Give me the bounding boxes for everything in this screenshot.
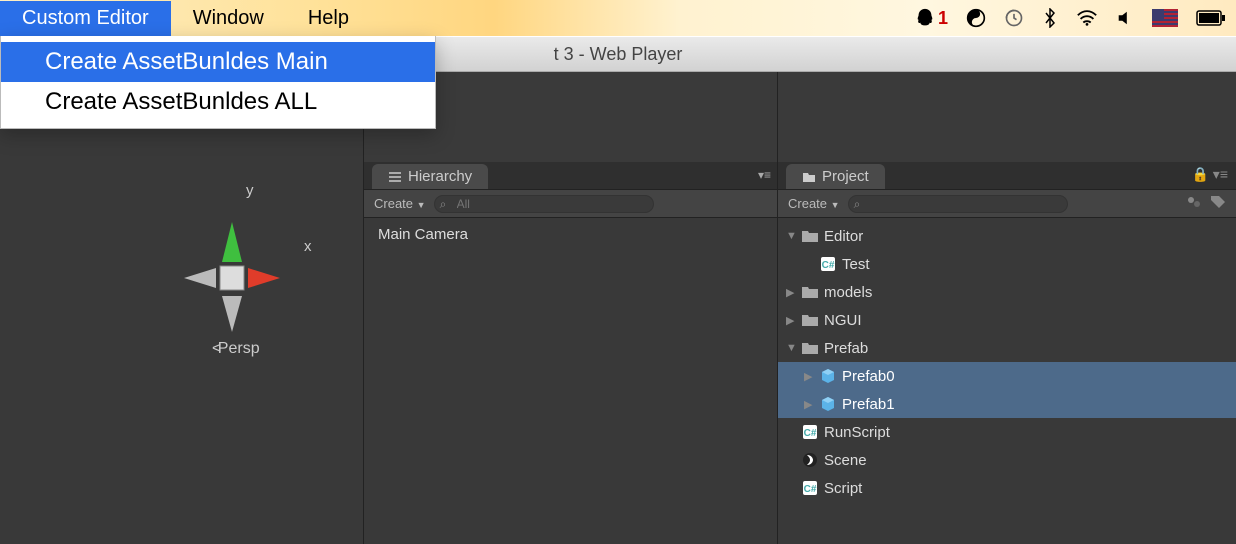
- folder-icon: [800, 229, 820, 243]
- axis-x-label-text: x: [304, 238, 312, 255]
- window-title: t 3 - Web Player: [554, 44, 683, 65]
- project-item-label: Scene: [824, 452, 867, 469]
- script-icon: C#: [800, 424, 820, 440]
- project-item-prefab0[interactable]: ▶ Prefab0: [778, 362, 1236, 390]
- bluetooth-icon[interactable]: [1042, 8, 1058, 28]
- project-tree: ▼ Editor C# Test ▶ models ▶ NGUI ▼ Prefab ▶ Prefab0…: [778, 218, 1236, 544]
- dropdown-item-create-all[interactable]: Create AssetBunldes ALL: [1, 82, 435, 122]
- lock-icon[interactable]: 🔒 ▾≡: [1191, 166, 1228, 183]
- expand-arrow-icon[interactable]: ▶: [786, 286, 800, 299]
- project-panel: Project 🔒 ▾≡ Create ▼ ⌕ ▼ Editor C# Test ▶ mo…: [777, 72, 1236, 544]
- svg-text:C#: C#: [804, 484, 817, 495]
- hierarchy-create-button[interactable]: Create ▼: [374, 196, 426, 211]
- project-item-editor[interactable]: ▼ Editor: [778, 222, 1236, 250]
- script-icon: C#: [800, 480, 820, 496]
- project-item-runscript[interactable]: C# RunScript: [778, 418, 1236, 446]
- panel-menu-icon[interactable]: ▾≡: [758, 168, 771, 182]
- scene-icon: [800, 452, 820, 468]
- tab-hierarchy[interactable]: Hierarchy: [372, 164, 488, 189]
- tab-project[interactable]: Project: [786, 164, 885, 189]
- hierarchy-panel: Hierarchy ▾≡ Create ▼ ⌕ Main Camera: [363, 72, 777, 544]
- orientation-gizmo[interactable]: [160, 204, 300, 344]
- project-tab-label: Project: [822, 168, 869, 185]
- volume-icon[interactable]: [1116, 9, 1134, 27]
- scene-panel: ▾≡ y x: [0, 72, 363, 544]
- menu-window[interactable]: Window: [171, 1, 286, 36]
- folder-icon: [800, 313, 820, 327]
- time-machine-icon[interactable]: [1004, 8, 1024, 28]
- project-item-scene[interactable]: Scene: [778, 446, 1236, 474]
- project-item-label: Prefab: [824, 340, 868, 357]
- dropdown-item-create-main[interactable]: Create AssetBunldes Main: [1, 42, 435, 82]
- project-create-button[interactable]: Create ▼: [788, 196, 840, 211]
- project-search-input[interactable]: [848, 195, 1068, 213]
- custom-editor-dropdown: Create AssetBunldes Main Create AssetBun…: [0, 36, 436, 129]
- expand-arrow-icon[interactable]: ▼: [786, 342, 800, 354]
- flag-icon[interactable]: [1152, 9, 1178, 27]
- script-icon: C#: [818, 256, 838, 272]
- expand-arrow-icon[interactable]: ▼: [786, 230, 800, 242]
- project-item-label: Editor: [824, 228, 863, 245]
- hierarchy-content: Main Camera: [364, 218, 777, 544]
- project-item-prefab1[interactable]: ▶ Prefab1: [778, 390, 1236, 418]
- expand-arrow-icon[interactable]: ▶: [804, 370, 818, 383]
- project-item-label: Prefab0: [842, 368, 895, 385]
- project-toolbar: Create ▼ ⌕: [778, 190, 1236, 218]
- editor-body: ▾≡ y x: [0, 72, 1236, 544]
- qq-icon[interactable]: 1: [914, 7, 948, 29]
- expand-arrow-icon[interactable]: ▶: [786, 314, 800, 327]
- search-icon: ⌕: [440, 197, 447, 212]
- project-item-test[interactable]: C# Test: [778, 250, 1236, 278]
- project-item-prefab[interactable]: ▼ Prefab: [778, 334, 1236, 362]
- menu-custom-editor[interactable]: Custom Editor: [0, 1, 171, 36]
- project-item-label: Script: [824, 480, 862, 497]
- project-item-label: Test: [842, 256, 870, 273]
- hierarchy-icon: [388, 171, 402, 183]
- expand-arrow-icon[interactable]: ▶: [804, 398, 818, 411]
- project-item-ngui[interactable]: ▶ NGUI: [778, 306, 1236, 334]
- menu-status-area: 1: [914, 7, 1236, 29]
- project-item-label: models: [824, 284, 872, 301]
- prefab-icon: [818, 396, 838, 412]
- filter-by-type-icon[interactable]: [1186, 195, 1202, 212]
- filter-by-label-icon[interactable]: [1210, 195, 1226, 212]
- axis-y-label-text: y: [246, 182, 254, 199]
- wifi-icon[interactable]: [1076, 9, 1098, 27]
- menu-help[interactable]: Help: [286, 1, 371, 36]
- folder-icon: [802, 171, 816, 183]
- persp-label[interactable]: Persp: [212, 340, 260, 358]
- hierarchy-item[interactable]: Main Camera: [364, 222, 777, 247]
- prefab-icon: [818, 368, 838, 384]
- hierarchy-tab-label: Hierarchy: [408, 168, 472, 185]
- project-item-label: Prefab1: [842, 396, 895, 413]
- hierarchy-toolbar: Create ▼ ⌕: [364, 190, 777, 218]
- project-item-script[interactable]: C# Script: [778, 474, 1236, 502]
- svg-text:C#: C#: [804, 428, 817, 439]
- project-item-label: RunScript: [824, 424, 890, 441]
- menu-bar: Custom Editor Window Help 1: [0, 0, 1236, 36]
- hierarchy-tab-row: Hierarchy ▾≡: [364, 162, 777, 190]
- project-item-label: NGUI: [824, 312, 862, 329]
- folder-icon: [800, 285, 820, 299]
- scene-view[interactable]: y x Persp: [0, 128, 363, 544]
- hierarchy-search-input[interactable]: [434, 195, 654, 213]
- search-icon: ⌕: [854, 197, 861, 212]
- yin-yang-icon[interactable]: [966, 8, 986, 28]
- project-item-models[interactable]: ▶ models: [778, 278, 1236, 306]
- project-tab-row: Project 🔒 ▾≡: [778, 162, 1236, 190]
- svg-text:C#: C#: [822, 260, 835, 271]
- folder-icon: [800, 341, 820, 355]
- qq-badge: 1: [938, 8, 948, 29]
- battery-icon[interactable]: [1196, 10, 1226, 26]
